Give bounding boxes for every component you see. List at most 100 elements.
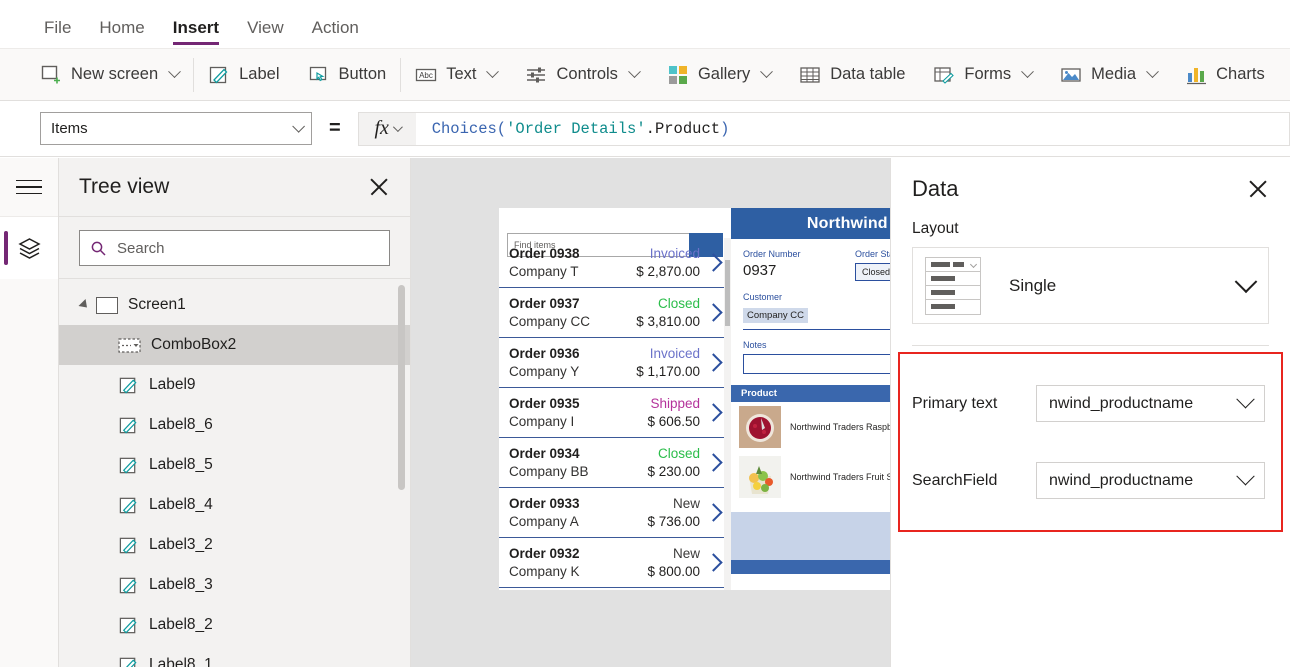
ribbon-label: New screen [71, 65, 158, 84]
order-row[interactable]: Order 0938 Invoiced Company T $ 2,870.00 [499, 238, 731, 288]
order-row[interactable]: Order 0933 New Company A $ 736.00 [499, 488, 731, 538]
customer-value[interactable]: Company CC [743, 308, 808, 323]
fx-button[interactable]: fx [358, 112, 416, 146]
product-thumbnail-icon [739, 456, 781, 498]
menu-tab-file[interactable]: File [30, 0, 85, 49]
tree-item-screen1[interactable]: Screen1 [59, 285, 410, 325]
chevron-right-icon[interactable] [704, 303, 722, 321]
primary-text-row: Primary text nwind_productname [912, 385, 1265, 422]
layout-section: Layout Single [891, 220, 1290, 346]
menu-tab-action[interactable]: Action [298, 0, 373, 49]
tree-item-label8-4[interactable]: Label8_4 [59, 485, 410, 525]
menu-tab-view[interactable]: View [233, 0, 298, 49]
tree-item-label8-3[interactable]: Label8_3 [59, 565, 410, 605]
tree-item-label8-6[interactable]: Label8_6 [59, 405, 410, 445]
ribbon-label: Forms [964, 65, 1011, 84]
ribbon-label-button[interactable]: Label [194, 49, 293, 101]
product-row[interactable]: Northwind Traders Raspberry Jam [731, 402, 890, 452]
order-status-value[interactable]: Closed [855, 263, 890, 281]
tree-item-label8-5[interactable]: Label8_5 [59, 445, 410, 485]
hamburger-button[interactable] [0, 158, 58, 217]
order-status: Invoiced [650, 346, 700, 361]
ribbon-label: Label [239, 65, 279, 84]
label-icon [118, 575, 139, 596]
search-input[interactable]: Search [79, 230, 390, 266]
media-icon [1060, 64, 1082, 86]
ribbon-gallery-button[interactable]: Gallery [653, 49, 785, 101]
property-dropdown[interactable]: Items [40, 112, 312, 145]
chevron-down-icon [760, 65, 773, 78]
product-row[interactable]: Northwind Traders Fruit Salad [731, 452, 890, 502]
tree-view-panel: Tree view Search Screen1 [59, 158, 411, 667]
primary-text-value: nwind_productname [1049, 395, 1193, 413]
rail-item-tree-view[interactable] [0, 217, 58, 279]
divider [912, 345, 1269, 346]
tree-item-combobox2[interactable]: ComboBox2 [59, 325, 410, 365]
order-row[interactable]: Order 0934 Closed Company BB $ 230.00 [499, 438, 731, 488]
primary-text-dropdown[interactable]: nwind_productname [1036, 385, 1265, 422]
formula-input[interactable]: Choices( 'Order Details'.Product ) [416, 112, 1290, 146]
menu-tab-home[interactable]: Home [85, 0, 158, 49]
chevron-right-icon[interactable] [704, 353, 722, 371]
layers-icon [16, 235, 43, 262]
tree-item-label8-1[interactable]: Label8_1 [59, 645, 410, 667]
chevron-right-icon[interactable] [704, 503, 722, 521]
order-row[interactable]: Order 0932 New Company K $ 800.00 [499, 538, 731, 588]
chevron-right-icon[interactable] [704, 253, 722, 271]
ribbon-forms-button[interactable]: Forms [919, 49, 1046, 101]
searchfield-dropdown[interactable]: nwind_productname [1036, 462, 1265, 499]
order-amount: $ 606.50 [647, 414, 700, 429]
chevron-right-icon[interactable] [704, 403, 722, 421]
order-status-label: Order Status [855, 249, 890, 259]
ribbon-text-button[interactable]: Abc Text [401, 49, 511, 101]
tree-item-label3-2[interactable]: Label3_2 [59, 525, 410, 565]
notes-input[interactable] [743, 354, 890, 374]
notes-label: Notes [743, 340, 890, 350]
chevron-right-icon[interactable] [704, 553, 722, 571]
layout-dropdown[interactable]: Single [912, 247, 1269, 324]
chevron-down-icon [1021, 65, 1034, 78]
order-row[interactable]: Order 0936 Invoiced Company Y $ 1,170.00 [499, 338, 731, 388]
chevron-down-icon [1236, 390, 1254, 408]
tree-scrollbar[interactable] [398, 285, 405, 490]
tree-item-label9[interactable]: Label9 [59, 365, 410, 405]
ribbon-label: Gallery [698, 65, 750, 84]
chevron-expand-icon[interactable] [78, 299, 90, 311]
ribbon-media-button[interactable]: Media [1046, 49, 1171, 101]
chevron-down-icon [1146, 65, 1159, 78]
layout-value: Single [1009, 276, 1056, 296]
chevron-right-icon[interactable] [704, 453, 722, 471]
app-preview: Find items Order 0938 Invoiced Company T [499, 208, 890, 590]
ribbon-label: Text [446, 65, 476, 84]
tree-item-label8-2[interactable]: Label8_2 [59, 605, 410, 645]
order-amount: $ 800.00 [647, 564, 700, 579]
order-number-label: Order Number [743, 249, 835, 259]
ribbon-data-table-button[interactable]: Data table [785, 49, 919, 101]
product-list-filler [731, 512, 890, 560]
app-title: Northwind Orders [731, 208, 890, 239]
ribbon-controls-button[interactable]: Controls [511, 49, 652, 101]
tree-item-label: Label8_4 [149, 496, 213, 514]
order-status: New [673, 546, 700, 561]
label-icon [118, 415, 139, 436]
chevron-down-icon [393, 122, 403, 132]
order-row[interactable]: Order 0935 Shipped Company I $ 606.50 [499, 388, 731, 438]
product-footer-bar [731, 560, 890, 574]
chevron-down-icon [292, 120, 305, 133]
tree-list: Screen1 ComboBox2 Label9 [59, 279, 410, 667]
ribbon-label: Charts [1216, 65, 1265, 84]
order-amount: $ 1,170.00 [636, 364, 700, 379]
close-icon[interactable] [368, 176, 390, 198]
ribbon-charts-button[interactable]: Charts [1171, 49, 1279, 101]
ribbon-button-button[interactable]: Button [294, 49, 401, 101]
ribbon-new-screen-button[interactable]: New screen [26, 49, 193, 101]
order-status: Invoiced [650, 246, 700, 261]
menu-tab-insert[interactable]: Insert [159, 0, 233, 49]
tree-view-header: Tree view [59, 158, 410, 217]
order-row[interactable]: Order 0937 Closed Company CC $ 3,810.00 [499, 288, 731, 338]
combobox-icon [118, 337, 141, 354]
close-icon[interactable] [1247, 178, 1269, 200]
orders-list: Order 0938 Invoiced Company T $ 2,870.00 [499, 238, 731, 590]
product-thumbnail-icon [739, 406, 781, 448]
orders-scrollbar[interactable] [724, 238, 731, 590]
